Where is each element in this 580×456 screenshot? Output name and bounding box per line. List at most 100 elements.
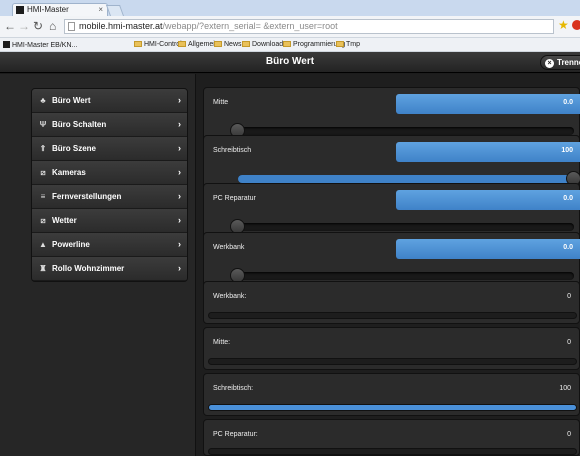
sidebar-item-label: Büro Szene bbox=[52, 144, 97, 153]
bookmark-item[interactable]: News bbox=[214, 41, 242, 48]
chevron-right-icon: › bbox=[178, 263, 181, 273]
level-bar bbox=[208, 448, 577, 455]
tab-title: HMI-Master bbox=[27, 5, 69, 14]
slider-track[interactable] bbox=[230, 123, 574, 138]
value-text: 0.0 bbox=[563, 244, 573, 251]
forward-arrow-icon[interactable]: → bbox=[18, 19, 30, 33]
folder-icon bbox=[178, 41, 186, 47]
slider-panel: Werkbank 0.0 bbox=[203, 232, 580, 288]
slider-track[interactable] bbox=[230, 219, 574, 234]
bookmark-item[interactable]: Tmp bbox=[336, 41, 360, 48]
home-icon[interactable]: ⌂ bbox=[49, 19, 56, 33]
slider-fill bbox=[238, 175, 574, 183]
readout-panel: Werkbank: 0 bbox=[203, 281, 580, 324]
warning-icon: ▲ bbox=[39, 240, 47, 249]
sidebar-item-label: Rollo Wohnzimmer bbox=[52, 264, 125, 273]
switch-icon: Ψ bbox=[39, 120, 47, 129]
value-text: 0.0 bbox=[563, 99, 573, 106]
bookmark-item[interactable]: HMI-Master EB/KN... bbox=[3, 41, 77, 49]
sidebar-item-buero-szene[interactable]: ⇑ Büro Szene › bbox=[32, 137, 187, 161]
settings-list-icon: ≡ bbox=[40, 192, 46, 201]
slider-label: Werkbank bbox=[213, 244, 245, 251]
value-input[interactable]: 0.0 bbox=[396, 239, 580, 259]
chevron-right-icon: › bbox=[178, 95, 181, 105]
disconnect-button[interactable]: ×Trenne bbox=[540, 55, 580, 70]
value-text: 100 bbox=[561, 147, 573, 154]
slider-track[interactable] bbox=[230, 268, 574, 283]
folder-icon bbox=[283, 41, 291, 47]
url-host: mobile.hmi-master.at bbox=[79, 21, 163, 31]
hmi-favicon-icon bbox=[16, 6, 24, 14]
sidebar-item-label: Büro Schalten bbox=[52, 120, 107, 129]
sidebar-item-rollo-wohnzimmer[interactable]: ♜ Rollo Wohnzimmer › bbox=[32, 257, 187, 281]
folder-icon bbox=[336, 41, 344, 47]
readout-value: 100 bbox=[559, 385, 571, 392]
sidebar-menu: ♣ Büro Wert › Ψ Büro Schalten › ⇑ Büro S… bbox=[31, 88, 188, 282]
plant-icon: ♣ bbox=[40, 96, 46, 105]
readout-value: 0 bbox=[567, 339, 571, 346]
page-title: Büro Wert bbox=[265, 56, 315, 67]
new-tab-button[interactable] bbox=[105, 5, 125, 16]
level-bar bbox=[208, 312, 577, 319]
folder-icon bbox=[214, 41, 222, 47]
sidebar-item-wetter[interactable]: ⧄ Wetter › bbox=[32, 209, 187, 233]
value-input[interactable]: 100 bbox=[396, 142, 580, 162]
blinds-icon: ♜ bbox=[39, 264, 47, 273]
readout-label: PC Reparatur: bbox=[213, 431, 258, 438]
chevron-right-icon: › bbox=[178, 191, 181, 201]
sidebar-item-powerline[interactable]: ▲ Powerline › bbox=[32, 233, 187, 257]
sidebar-item-buero-wert[interactable]: ♣ Büro Wert › bbox=[32, 89, 187, 113]
extension-icon[interactable] bbox=[572, 20, 580, 30]
hmi-favicon-icon bbox=[3, 41, 10, 48]
sidebar-item-kameras[interactable]: ⧄ Kameras › bbox=[32, 161, 187, 185]
back-arrow-icon[interactable]: ← bbox=[4, 19, 16, 33]
folder-icon bbox=[134, 41, 142, 47]
slider-panel: PC Reparatur 0.0 bbox=[203, 183, 580, 239]
main-panel: Mitte 0.0 Schreibtisch 100 PC Reparatur … bbox=[197, 74, 580, 456]
browser-toolbar: ← → ↻ ⌂ mobile.hmi-master.at/webapp/?ext… bbox=[0, 16, 580, 38]
chevron-right-icon: › bbox=[178, 167, 181, 177]
level-fill bbox=[209, 405, 576, 410]
level-bar bbox=[208, 404, 577, 411]
readout-panel: Mitte: 0 bbox=[203, 327, 580, 370]
sidebar-item-buero-schalten[interactable]: Ψ Büro Schalten › bbox=[32, 113, 187, 137]
chevron-right-icon: › bbox=[178, 119, 181, 129]
app-content: ♣ Büro Wert › Ψ Büro Schalten › ⇑ Büro S… bbox=[0, 74, 580, 456]
slider-label: Mitte bbox=[213, 99, 229, 106]
readout-panel: Schreibtisch: 100 bbox=[203, 373, 580, 416]
bookmark-item[interactable]: Download bbox=[242, 41, 283, 48]
chevron-right-icon: › bbox=[178, 215, 181, 225]
address-bar[interactable]: mobile.hmi-master.at/webapp/?extern_seri… bbox=[64, 19, 554, 34]
sidebar-item-label: Fernverstellungen bbox=[52, 192, 122, 201]
sidebar-item-label: Wetter bbox=[52, 216, 77, 225]
sidebar-item-fernverstellungen[interactable]: ≡ Fernverstellungen › bbox=[32, 185, 187, 209]
readout-value: 0 bbox=[567, 431, 571, 438]
value-input[interactable]: 0.0 bbox=[396, 94, 580, 114]
bookmark-item[interactable]: Allgemein bbox=[178, 41, 219, 48]
slider-label: PC Reparatur bbox=[213, 195, 256, 202]
reload-icon[interactable]: ↻ bbox=[33, 19, 43, 33]
value-input[interactable]: 0.0 bbox=[396, 190, 580, 210]
chevron-right-icon: › bbox=[178, 239, 181, 249]
browser-tab-strip: HMI-Master × bbox=[0, 0, 580, 16]
bookmark-star-icon[interactable]: ★ bbox=[558, 18, 569, 32]
bookmark-item[interactable]: HMI-Control bbox=[134, 41, 182, 48]
scene-icon: ⇑ bbox=[39, 144, 47, 153]
browser-tab[interactable]: HMI-Master × bbox=[12, 3, 108, 16]
chevron-right-icon: › bbox=[178, 143, 181, 153]
slider-track[interactable] bbox=[238, 171, 580, 186]
readout-label: Schreibtisch: bbox=[213, 385, 254, 392]
sidebar-item-label: Büro Wert bbox=[52, 96, 91, 105]
weather-icon: ⧄ bbox=[40, 216, 46, 225]
page-icon bbox=[68, 22, 75, 31]
close-icon: × bbox=[545, 59, 554, 68]
sidebar-item-label: Powerline bbox=[52, 240, 90, 249]
value-text: 0.0 bbox=[563, 195, 573, 202]
folder-icon bbox=[242, 41, 250, 47]
url-path: /webapp/?extern_serial= &extern_user=roo… bbox=[162, 21, 338, 31]
sidebar-item-label: Kameras bbox=[52, 168, 86, 177]
sidebar: ♣ Büro Wert › Ψ Büro Schalten › ⇑ Büro S… bbox=[0, 74, 196, 456]
readout-panel: PC Reparatur: 0 bbox=[203, 419, 580, 456]
tab-close-icon[interactable]: × bbox=[98, 4, 103, 16]
app-header: Büro Wert ×Trenne bbox=[0, 52, 580, 73]
